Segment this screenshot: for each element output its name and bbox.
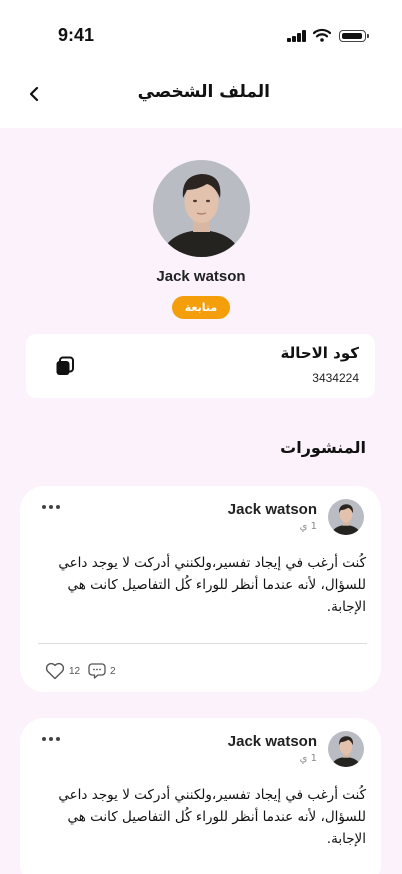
- signal-icon: [287, 30, 307, 42]
- app-header: الملف الشخصي: [0, 62, 402, 128]
- chevron-left-icon: [29, 86, 39, 102]
- more-options-button[interactable]: [42, 502, 66, 512]
- post-author-avatar[interactable]: [328, 499, 364, 535]
- more-dots-icon: [42, 505, 46, 509]
- referral-card: كود الاحالة 3434224: [26, 334, 375, 398]
- posts-section-title: المنشورات: [280, 438, 366, 457]
- more-dots-icon: [42, 737, 46, 741]
- post-time: 1 ي: [299, 753, 317, 764]
- post-author-avatar[interactable]: [328, 731, 364, 767]
- like-count: 12: [69, 665, 81, 677]
- status-time: 9:41: [58, 25, 95, 45]
- profile-avatar: [153, 160, 250, 257]
- comment-button[interactable]: 2: [88, 662, 116, 680]
- post-text: كُنت أرغب في إيجاد تفسير،ولكنني أدركت لا…: [58, 555, 366, 615]
- wifi-icon: [313, 28, 331, 42]
- post-card: Jack watson 1 ي كُنت أرغب في إيجاد تفسير…: [20, 718, 381, 874]
- page-title: الملف الشخصي: [137, 82, 270, 102]
- status-bar: 9:41: [0, 0, 402, 62]
- post-author-name[interactable]: Jack watson: [228, 733, 317, 750]
- comment-count: 2: [110, 665, 116, 677]
- post-divider: [38, 643, 367, 644]
- copy-icon[interactable]: [55, 356, 75, 376]
- back-button[interactable]: [22, 82, 46, 106]
- post-author-name[interactable]: Jack watson: [228, 501, 317, 518]
- post-card: Jack watson 1 ي كُنت أرغب في إيجاد تفسير…: [20, 486, 381, 692]
- post-text: كُنت أرغب في إيجاد تفسير،ولكنني أدركت لا…: [58, 787, 366, 847]
- referral-code: 3434224: [312, 371, 359, 385]
- profile-name: Jack watson: [156, 268, 246, 285]
- post-time: 1 ي: [299, 521, 317, 532]
- heart-icon: [45, 662, 65, 680]
- referral-title: كود الاحالة: [280, 344, 359, 362]
- comment-icon: [88, 663, 106, 679]
- more-options-button[interactable]: [42, 734, 66, 744]
- battery-icon: [339, 30, 369, 42]
- follow-button[interactable]: متابعة: [172, 296, 230, 319]
- like-button[interactable]: 12: [45, 662, 80, 680]
